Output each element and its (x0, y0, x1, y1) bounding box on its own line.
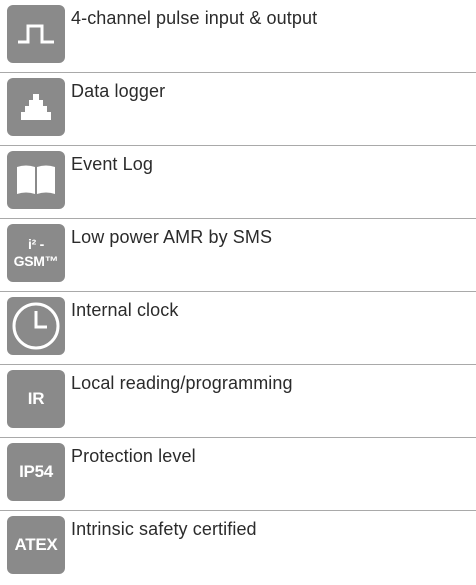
feature-label: Protection level (71, 446, 196, 466)
ip54-text-icon: IP54 (7, 443, 65, 501)
feature-label: Event Log (71, 154, 153, 174)
feature-row-clock: Internal clock (0, 292, 476, 365)
feature-label: 4-channel pulse input & output (71, 8, 318, 28)
atex-icon-text: ATEX (14, 535, 58, 554)
feature-row-ir: IR Local reading/programming (0, 365, 476, 438)
feature-label: Intrinsic safety certified (71, 519, 257, 539)
ir-icon-text: IR (27, 389, 45, 408)
feature-label: Low power AMR by SMS (71, 227, 273, 247)
feature-row-atex: ATEX Intrinsic safety certified (0, 511, 476, 585)
feature-label: Local reading/programming (71, 373, 293, 393)
clock-icon (7, 297, 65, 355)
ir-text-icon: IR (7, 370, 65, 428)
data-logger-icon (7, 78, 65, 136)
feature-row-eventlog: Event Log (0, 146, 476, 219)
gsm-text-icon: i² - GSM™ (7, 224, 65, 282)
feature-label: Data logger (71, 81, 166, 101)
feature-row-logger: Data logger (0, 73, 476, 146)
feature-row-ip54: IP54 Protection level (0, 438, 476, 511)
feature-label: Internal clock (71, 300, 179, 320)
atex-text-icon: ATEX (7, 516, 65, 574)
open-book-icon (7, 151, 65, 209)
gsm-icon-line1: i² - (28, 236, 44, 252)
pulse-wave-icon (7, 5, 65, 63)
feature-row-pulse: 4-channel pulse input & output (0, 0, 476, 73)
gsm-icon-line2: GSM™ (13, 253, 59, 269)
feature-row-gsm: i² - GSM™ Low power AMR by SMS (0, 219, 476, 292)
ip54-icon-text: IP54 (19, 462, 53, 481)
